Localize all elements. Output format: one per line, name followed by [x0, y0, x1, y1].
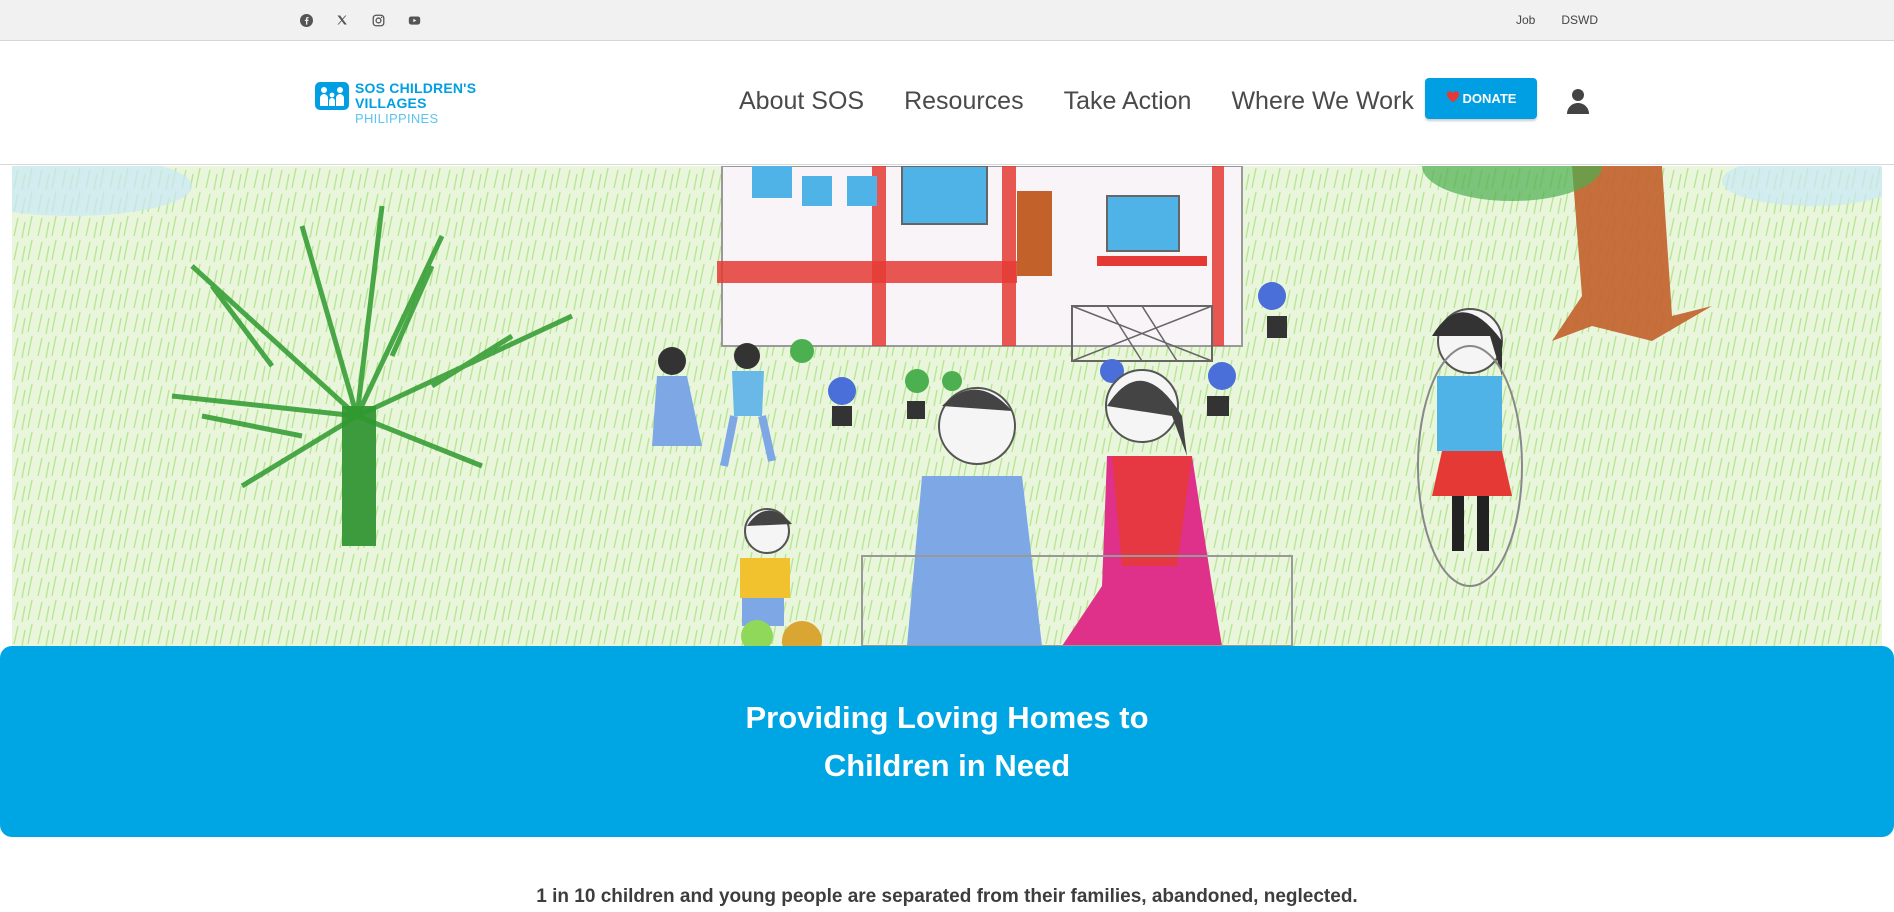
top-links: Job DSWD	[1516, 13, 1598, 27]
donate-label: DONATE	[1462, 91, 1517, 106]
x-twitter-icon[interactable]	[334, 12, 350, 28]
youtube-icon[interactable]	[406, 12, 422, 28]
main-header: SOS CHILDREN'S VILLAGES PHILIPPINES Abou…	[0, 41, 1894, 165]
nav-about-sos[interactable]: About SOS	[739, 87, 864, 116]
user-icon[interactable]	[1566, 87, 1590, 115]
primary-nav: About SOS Resources Take Action Where We…	[739, 87, 1414, 116]
nav-where-we-work[interactable]: Where We Work	[1231, 87, 1413, 116]
logo-wordmark: SOS CHILDREN'S VILLAGES PHILIPPINES	[355, 80, 477, 127]
top-utility-bar: Job DSWD	[0, 0, 1894, 41]
dswd-link[interactable]: DSWD	[1561, 13, 1598, 27]
banner-heading-line-2: Children in Need	[823, 747, 1071, 783]
logo-line-3: PHILIPPINES	[355, 111, 439, 126]
child-drawing-illustration	[12, 166, 1882, 646]
mission-banner: Providing Loving Homes to Children in Ne…	[0, 646, 1894, 837]
hero-drawing-image	[12, 166, 1882, 646]
nav-take-action[interactable]: Take Action	[1064, 87, 1192, 116]
logo-line-1: SOS CHILDREN'S	[355, 80, 477, 96]
donate-button[interactable]: DONATE	[1425, 78, 1537, 119]
instagram-icon[interactable]	[370, 12, 386, 28]
facebook-icon[interactable]	[298, 12, 314, 28]
heart-icon	[1446, 90, 1460, 108]
intro-statement: 1 in 10 children and young people are se…	[536, 886, 1358, 907]
sos-children-figures-icon	[315, 82, 349, 110]
nav-resources[interactable]: Resources	[904, 87, 1024, 116]
social-links	[298, 12, 422, 28]
logo-line-2: VILLAGES	[355, 95, 427, 111]
banner-heading-line-1: Providing Loving Homes to	[745, 699, 1149, 735]
job-link[interactable]: Job	[1516, 13, 1535, 27]
site-logo[interactable]: SOS CHILDREN'S VILLAGES PHILIPPINES	[315, 81, 476, 126]
